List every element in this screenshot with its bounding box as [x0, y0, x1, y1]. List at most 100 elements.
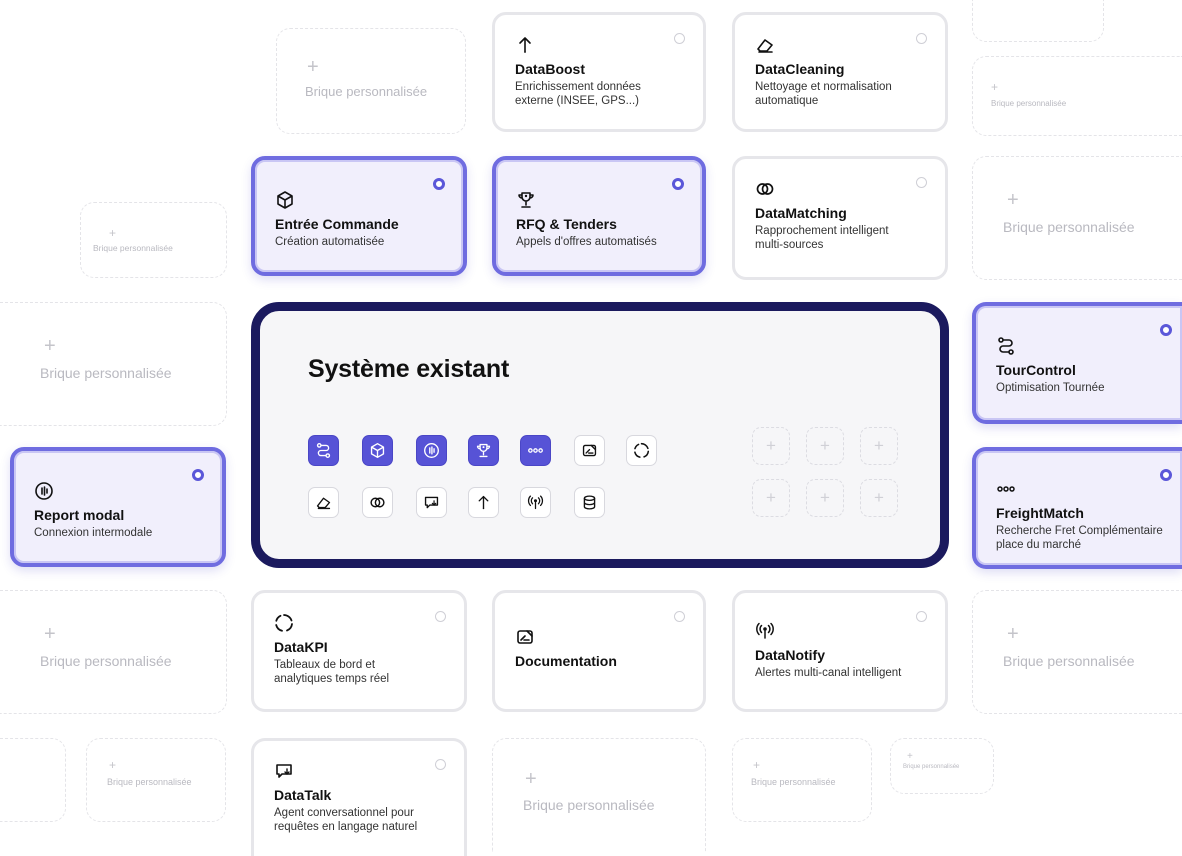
card-subtitle: Création automatisée [275, 236, 385, 248]
card-title: DataTalk [274, 787, 332, 803]
select-radio[interactable] [674, 611, 685, 622]
select-radio[interactable] [435, 759, 446, 770]
route-icon [996, 336, 1016, 356]
broadcast-icon [755, 621, 775, 641]
card-subtitle: Enrichissement données externe (INSEE, G… [515, 81, 641, 107]
database-icon [581, 494, 598, 511]
card-datanotify[interactable]: DataNotify Alertes multi-canal intellige… [732, 590, 948, 712]
plus-icon: + [44, 623, 56, 645]
select-radio[interactable] [672, 178, 684, 190]
placeholder-label: Brique personnalisée [40, 365, 172, 381]
placeholder-brick[interactable]: + Brique personnalisée [492, 738, 706, 852]
placeholder-brick[interactable]: + Brique personnalisée [972, 590, 1182, 714]
document-icon [515, 627, 535, 647]
placeholder-brick[interactable]: + Brique personnalisée [80, 202, 227, 278]
card-title: DataKPI [274, 639, 328, 655]
card-title: Documentation [515, 653, 617, 669]
module-tile-databoost[interactable] [468, 487, 499, 518]
card-subtitle: Nettoyage et normalisation automatique [755, 81, 892, 107]
module-tile-database[interactable] [574, 487, 605, 518]
module-tile-freightmatch[interactable] [520, 435, 551, 466]
eraser-icon [315, 494, 332, 511]
placeholder-label: Brique personnalisée [1003, 653, 1135, 669]
plus-icon: + [991, 80, 999, 94]
placeholder-brick[interactable]: + Brique personnalisée [86, 738, 226, 822]
card-report-modal[interactable]: Report modal Connexion intermodale [10, 447, 226, 567]
placeholder-label: Brique personnalisée [93, 243, 173, 253]
card-subtitle: Tableaux de bord et analytiques temps ré… [274, 659, 390, 685]
placeholder-label: Brique personnalisée [305, 84, 428, 99]
placeholder-brick[interactable]: + Brique personnalisée [732, 738, 872, 822]
dots-icon [527, 442, 544, 459]
empty-slot[interactable]: + [806, 479, 844, 517]
select-radio[interactable] [433, 178, 445, 190]
placeholder-label: Brique personnalisée [107, 777, 192, 787]
empty-slot[interactable]: + [752, 427, 790, 465]
empty-slot[interactable]: + [752, 479, 790, 517]
placeholder-brick[interactable]: + Brique personnalisée [972, 56, 1182, 136]
empty-slot[interactable]: + [860, 427, 898, 465]
plus-icon: + [307, 56, 319, 78]
document-icon [581, 442, 598, 459]
card-freightmatch[interactable]: FreightMatch Recherche Fret Complémentai… [972, 447, 1182, 569]
select-radio[interactable] [674, 33, 685, 44]
card-title: DataBoost [515, 61, 586, 77]
select-radio[interactable] [1160, 324, 1172, 336]
card-subtitle: Appels d'offres automatisés [516, 236, 657, 248]
card-title: RFQ & Tenders [516, 216, 617, 232]
overlap-circles-icon [755, 179, 775, 199]
placeholder-label: Brique personnalisée [903, 764, 960, 770]
plus-icon: + [1007, 189, 1019, 211]
select-radio[interactable] [435, 611, 446, 622]
plus-icon: + [753, 758, 761, 772]
loading-circle-icon [633, 442, 650, 459]
module-tile-entree-commande[interactable] [362, 435, 393, 466]
empty-slot[interactable]: + [806, 427, 844, 465]
module-tile-documentation[interactable] [574, 435, 605, 466]
trophy-icon [475, 442, 492, 459]
module-tile-report-modal[interactable] [416, 435, 447, 466]
plus-icon: + [525, 768, 537, 790]
cube-icon [369, 442, 386, 459]
module-tile-datatalk[interactable] [416, 487, 447, 518]
placeholder-label: Brique personnalisée [1003, 219, 1135, 235]
placeholder-brick[interactable] [972, 0, 1104, 42]
card-datakpi[interactable]: DataKPI Tableaux de bord et analytiques … [251, 590, 467, 712]
module-tile-datanotify[interactable] [520, 487, 551, 518]
card-title: Entrée Commande [275, 216, 399, 232]
placeholder-brick[interactable]: + Brique personnalisée [0, 302, 227, 426]
select-radio[interactable] [1160, 469, 1172, 481]
card-datatalk[interactable]: DataTalk Agent conversationnel pour requ… [251, 738, 467, 856]
module-tile-tourcontrol[interactable] [308, 435, 339, 466]
module-tile-rfq-tenders[interactable] [468, 435, 499, 466]
card-title: DataMatching [755, 205, 847, 221]
card-title: TourControl [996, 362, 1076, 378]
module-tile-datacleaning[interactable] [308, 487, 339, 518]
card-tourcontrol[interactable]: TourControl Optimisation Tournée [972, 302, 1182, 424]
card-documentation[interactable]: Documentation [492, 590, 706, 712]
card-databoost[interactable]: DataBoost Enrichissement données externe… [492, 12, 706, 132]
placeholder-brick[interactable]: + Brique personnalisée [276, 28, 466, 134]
card-title: Report modal [34, 507, 125, 523]
module-tile-datakpi[interactable] [626, 435, 657, 466]
trophy-icon [516, 190, 536, 210]
select-radio[interactable] [916, 611, 927, 622]
chat-icon [274, 761, 294, 781]
placeholder-brick[interactable] [0, 738, 66, 822]
select-radio[interactable] [916, 177, 927, 188]
placeholder-brick[interactable]: + Brique personnalisée [890, 738, 994, 794]
module-tile-datamatching[interactable] [362, 487, 393, 518]
select-radio[interactable] [192, 469, 204, 481]
card-datacleaning[interactable]: DataCleaning Nettoyage et normalisation … [732, 12, 948, 132]
placeholder-brick[interactable]: + Brique personnalisée [972, 156, 1182, 280]
card-entree-commande[interactable]: Entrée Commande Création automatisée [251, 156, 467, 276]
empty-slot[interactable]: + [860, 479, 898, 517]
card-subtitle: Recherche Fret Complémentaire place du m… [996, 525, 1163, 551]
select-radio[interactable] [916, 33, 927, 44]
card-subtitle: Optimisation Tournée [996, 382, 1105, 394]
card-rfq-tenders[interactable]: RFQ & Tenders Appels d'offres automatisé… [492, 156, 706, 276]
card-datamatching[interactable]: DataMatching Rapprochement intelligent m… [732, 156, 948, 280]
plus-icon: + [1007, 623, 1019, 645]
dots-icon [996, 479, 1016, 499]
placeholder-brick[interactable]: + Brique personnalisée [0, 590, 227, 714]
